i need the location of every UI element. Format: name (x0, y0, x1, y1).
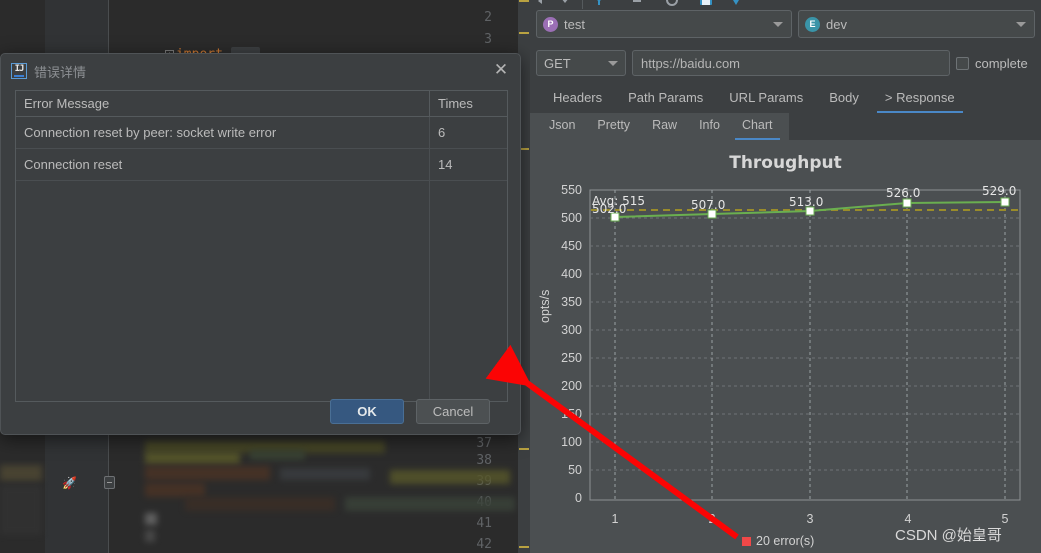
column-header-times[interactable]: Times (430, 91, 507, 116)
legend-color-swatch-errors (742, 536, 751, 546)
environment-select-value: dev (826, 16, 847, 32)
tab-pretty[interactable]: Pretty (586, 113, 641, 140)
chevron-down-icon (773, 22, 783, 27)
table-empty-col-times (430, 181, 507, 403)
throughput-chart: Throughput opts/s 550 500 450 400 350 30… (530, 140, 1041, 553)
rocket-icon[interactable]: 🚀 (62, 477, 77, 489)
chevron-down-icon (608, 61, 618, 66)
watermark: CSDN @始皇哥 (895, 527, 1002, 544)
gutter-marker (519, 448, 529, 450)
data-point-label: 529.0 (982, 184, 1017, 198)
cancel-button[interactable]: Cancel (416, 398, 490, 424)
screenshot-root: 2 3 +import ... 37 38 39 40 41 42 🚀 (0, 0, 1041, 553)
tab-json[interactable]: Json (538, 113, 586, 140)
environment-select[interactable]: E dev (798, 10, 1035, 38)
blurred-code (145, 513, 157, 525)
tab-info[interactable]: Info (688, 113, 731, 140)
line-number: 3 (484, 32, 492, 47)
toolbar-divider (582, 0, 583, 9)
cell-times: 6 (438, 125, 446, 140)
dialog-title-bar: IJ 错误详情 ✕ (1, 54, 520, 87)
table-empty-col-message (16, 181, 430, 403)
dialog-title: 错误详情 (34, 65, 87, 80)
data-point-label: 526.0 (886, 186, 921, 200)
blurred-code (145, 466, 270, 480)
environment-badge-icon: E (805, 16, 820, 32)
data-point-label: 513.0 (789, 195, 824, 209)
url-input[interactable] (632, 50, 950, 76)
error-details-dialog: IJ 错误详情 ✕ Error Message Times Connection… (0, 53, 521, 435)
data-point-label: 507.0 (691, 198, 726, 212)
save-icon[interactable] (698, 0, 714, 9)
response-tabs: Json Pretty Raw Info Chart (530, 113, 1041, 140)
blurred-code (0, 485, 42, 535)
complete-checkbox-label: complete (975, 55, 1028, 71)
undo-icon[interactable] (535, 0, 549, 9)
blurred-code (280, 468, 370, 480)
chart-legend: 20 error(s) (742, 534, 814, 548)
project-badge-icon: P (543, 16, 558, 32)
table-empty-area (16, 181, 507, 403)
request-tabs: Headers Path Params URL Params Body > Re… (530, 84, 1041, 113)
gutter-marker (519, 0, 529, 2)
chevron-down-icon[interactable] (558, 0, 572, 9)
http-client-panel: P test E dev GET complete Headers (530, 0, 1041, 553)
blurred-code (145, 530, 155, 542)
blurred-code (345, 497, 515, 511)
minimize-icon[interactable] (630, 0, 644, 9)
gutter-marker (519, 32, 529, 34)
line-number: 37 (476, 436, 492, 451)
table-header-row: Error Message Times (16, 91, 507, 117)
blurred-code (390, 470, 510, 484)
blurred-code (145, 452, 240, 464)
table-row[interactable]: Connection reset by peer: socket write e… (16, 117, 507, 149)
gutter-marker (519, 546, 529, 548)
line-number: 42 (476, 537, 492, 552)
dialog-footer: OK Cancel (1, 388, 520, 434)
close-icon[interactable]: ✕ (491, 60, 511, 80)
request-bar: GET complete (530, 48, 1041, 78)
data-point-label: 502.0 (592, 202, 627, 216)
tag-icon[interactable] (728, 0, 744, 9)
error-table: Error Message Times Connection reset by … (15, 90, 508, 403)
http-method-value: GET (544, 55, 571, 71)
tab-headers[interactable]: Headers (540, 84, 615, 113)
editor-code-partial-line (118, 0, 126, 11)
legend-label-errors: 20 error(s) (756, 534, 815, 548)
intellij-logo-icon: IJ (11, 63, 27, 79)
tab-chart[interactable]: Chart (731, 113, 784, 140)
complete-checkbox[interactable]: complete (956, 56, 1028, 71)
tab-body[interactable]: Body (816, 84, 872, 113)
toolbar (530, 0, 1041, 9)
line-number: 38 (476, 453, 492, 468)
fold-collapse-icon[interactable] (104, 476, 115, 489)
http-method-select[interactable]: GET (536, 50, 626, 76)
environment-selectors: P test E dev (530, 10, 1041, 43)
tab-response[interactable]: > Response (872, 84, 968, 113)
blurred-code (250, 450, 305, 460)
blurred-code (0, 465, 42, 481)
filter-icon[interactable] (592, 0, 606, 9)
chevron-down-icon (1016, 22, 1026, 27)
tab-url-params[interactable]: URL Params (716, 84, 816, 113)
blurred-code (185, 497, 335, 511)
checkbox-box[interactable] (956, 56, 969, 70)
tab-path-params[interactable]: Path Params (615, 84, 716, 113)
line-number: 2 (484, 10, 492, 25)
blurred-code (145, 483, 205, 497)
tab-raw[interactable]: Raw (641, 113, 688, 140)
project-select-value: test (564, 16, 585, 32)
cell-error-message: Connection reset by peer: socket write e… (16, 117, 430, 148)
cell-error-message: Connection reset (16, 149, 430, 180)
table-row[interactable]: Connection reset 14 (16, 149, 507, 181)
column-header-error-message[interactable]: Error Message (16, 91, 430, 116)
settings-gear-icon[interactable] (665, 0, 679, 9)
ok-button[interactable]: OK (330, 398, 404, 424)
project-select[interactable]: P test (536, 10, 792, 38)
cell-times: 14 (438, 157, 453, 172)
line-number: 41 (476, 516, 492, 531)
